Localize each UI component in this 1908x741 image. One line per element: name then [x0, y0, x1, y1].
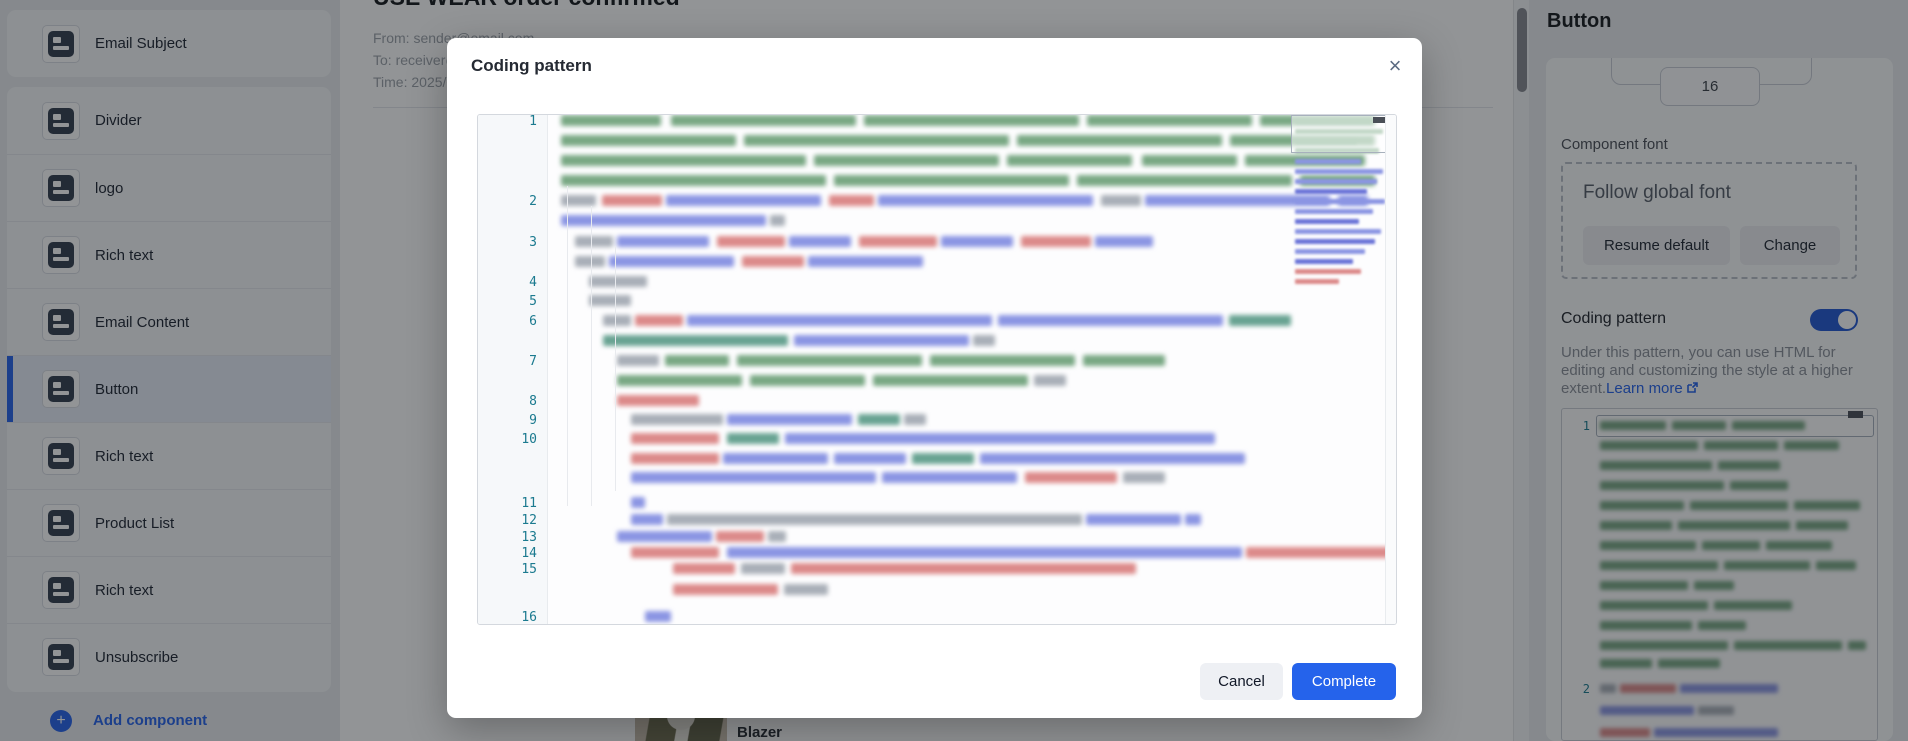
minimap-row	[1295, 189, 1367, 194]
line-number: 16	[521, 610, 537, 625]
code-line-row	[561, 215, 785, 226]
code-line-row	[603, 335, 995, 346]
coding-pattern-modal: Coding pattern × 1 2 3 4 5 6 7 8 9 10 11 12 13 14 15 16…	[447, 38, 1422, 718]
minimap-row	[1295, 259, 1353, 264]
minimap-row	[1295, 199, 1385, 204]
minimap-row	[1295, 279, 1339, 284]
line-number: 10	[521, 432, 537, 447]
line-number: 13	[521, 530, 537, 545]
code-line-row	[575, 256, 923, 267]
minimap-row	[1295, 229, 1381, 234]
code-line-row	[589, 276, 647, 287]
indent-guide	[591, 206, 592, 506]
complete-button[interactable]: Complete	[1292, 663, 1396, 700]
minimap-row	[1295, 249, 1365, 254]
minimap-row	[1295, 239, 1375, 244]
app-window: Email Subject Divider logo Rich text Email …	[0, 0, 1908, 741]
close-icon[interactable]: ×	[1377, 48, 1413, 84]
code-line-row	[561, 195, 1368, 206]
code-line-row	[561, 135, 1375, 146]
cancel-button[interactable]: Cancel	[1200, 663, 1283, 700]
editor-scrollbar-track[interactable]	[1385, 115, 1396, 624]
code-editor[interactable]: 1 2 3 4 5 6 7 8 9 10 11 12 13 14 15 16	[477, 114, 1397, 625]
code-line-row	[631, 414, 926, 425]
line-number: 3	[529, 235, 537, 250]
line-number: 15	[521, 562, 537, 577]
minimap-row	[1295, 159, 1361, 164]
code-line-row	[645, 611, 671, 622]
code-line-row	[631, 514, 1201, 525]
code-line-row	[617, 375, 1066, 386]
line-number: 6	[529, 314, 537, 329]
indent-guide	[615, 246, 616, 491]
line-number: 5	[529, 294, 537, 309]
line-number: 4	[529, 275, 537, 290]
line-number: 9	[529, 413, 537, 428]
code-line-row	[561, 115, 1375, 126]
code-line-row	[631, 547, 1396, 558]
code-line-row	[631, 497, 645, 508]
code-line-row	[617, 395, 699, 406]
line-number: 14	[521, 546, 537, 561]
code-line-row	[561, 175, 1375, 186]
code-line-row	[673, 584, 828, 595]
minimap-row	[1295, 209, 1373, 214]
modal-title: Coding pattern	[471, 56, 592, 75]
minimap-row	[1295, 169, 1383, 174]
minimap-row	[1295, 179, 1377, 184]
minimap-row	[1295, 269, 1361, 274]
code-line-row	[575, 236, 1153, 247]
code-line-row	[617, 355, 1165, 366]
line-number: 2	[529, 194, 537, 209]
indent-guide	[567, 186, 568, 506]
code-line-row	[589, 295, 631, 306]
editor-gutter: 1 2 3 4 5 6 7 8 9 10 11 12 13 14 15 16	[478, 115, 548, 624]
code-line-row	[631, 453, 1245, 464]
line-number: 12	[521, 513, 537, 528]
line-number: 11	[521, 496, 537, 511]
code-line-row	[603, 315, 1291, 326]
editor-minimap[interactable]	[1293, 115, 1387, 415]
line-number: 8	[529, 394, 537, 409]
minimap-row	[1295, 219, 1359, 224]
code-line-row	[561, 155, 1365, 166]
line-number: 7	[529, 354, 537, 369]
code-line-row	[631, 472, 1165, 483]
code-line-row	[631, 433, 1215, 444]
line-number: 1	[529, 114, 537, 129]
code-line-row	[673, 563, 1136, 574]
code-line-row	[617, 531, 786, 542]
